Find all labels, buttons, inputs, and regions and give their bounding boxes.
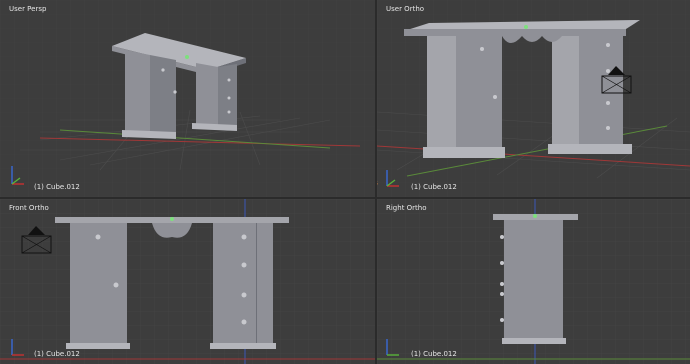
viewport-status: (1) Cube.012 bbox=[411, 350, 457, 358]
selected-vertex bbox=[533, 214, 537, 218]
viewport-title: Front Ortho bbox=[9, 204, 49, 212]
viewport-canvas[interactable] bbox=[377, 0, 690, 197]
viewport-status: (1) Cube.012 bbox=[34, 350, 80, 358]
selected-vertex bbox=[524, 25, 528, 29]
selected-vertex bbox=[170, 217, 174, 221]
selected-vertex bbox=[185, 55, 189, 59]
viewport-canvas[interactable] bbox=[377, 199, 690, 364]
viewport-grid: User Persp (1) Cube.012 User Ortho (1) C… bbox=[0, 0, 690, 364]
viewport-title: User Ortho bbox=[386, 5, 425, 13]
viewport-user-ortho[interactable]: User Ortho (1) Cube.012 bbox=[377, 0, 690, 197]
viewport-title: User Persp bbox=[9, 5, 47, 13]
viewport-front-ortho[interactable]: Front Ortho (1) Cube.012 bbox=[0, 199, 375, 364]
viewport-user-persp[interactable]: User Persp (1) Cube.012 bbox=[0, 0, 375, 197]
viewport-canvas[interactable] bbox=[0, 199, 375, 364]
viewport-canvas[interactable] bbox=[0, 0, 375, 197]
viewport-title: Right Ortho bbox=[386, 204, 427, 212]
viewport-status: (1) Cube.012 bbox=[411, 183, 457, 191]
viewport-status: (1) Cube.012 bbox=[34, 183, 80, 191]
viewport-right-ortho[interactable]: Right Ortho (1) Cube.012 bbox=[377, 199, 690, 364]
